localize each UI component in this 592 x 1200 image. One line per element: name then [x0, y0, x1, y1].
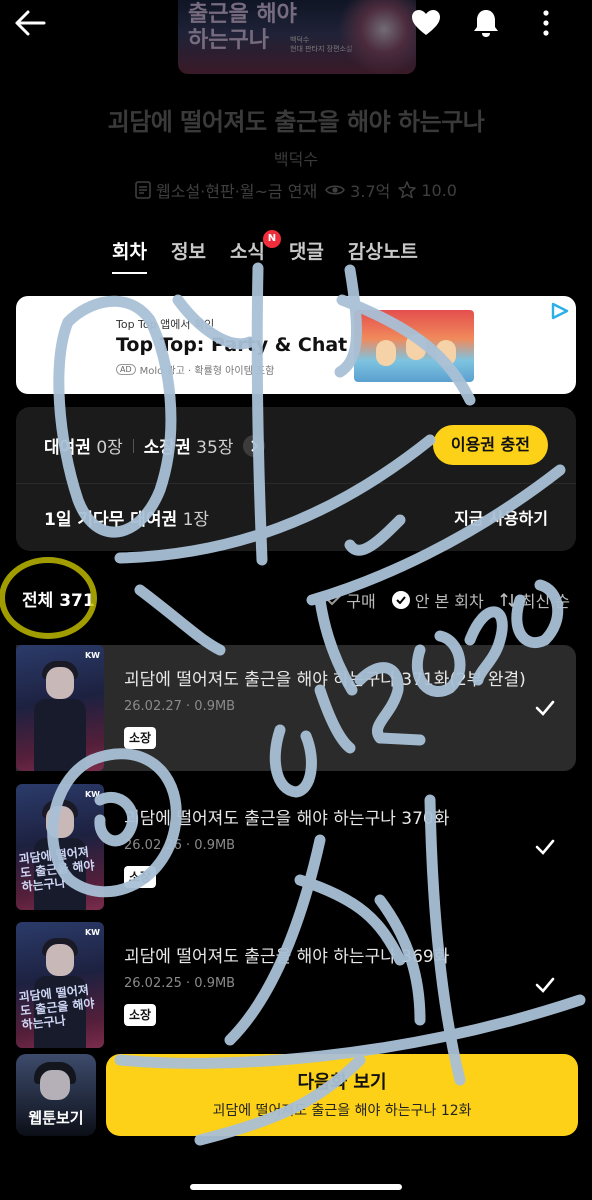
- home-indicator: [190, 1184, 402, 1190]
- more-button[interactable]: [530, 6, 562, 40]
- check-icon: [535, 977, 555, 993]
- view-webtoon-button[interactable]: 웹툰보기: [16, 1054, 96, 1136]
- tab-news-label: 소식: [229, 241, 265, 263]
- tab-episodes[interactable]: 회차: [100, 238, 159, 274]
- rental-label: 대여권: [44, 438, 91, 458]
- tab-comments[interactable]: 댓글: [277, 238, 336, 268]
- episode-total: 전체 371: [22, 591, 95, 611]
- kw-mark: KW: [84, 928, 100, 937]
- filter-purchased[interactable]: 구매: [327, 588, 376, 612]
- like-button[interactable]: [408, 6, 444, 40]
- wait-count: 1장: [182, 510, 210, 530]
- tab-news[interactable]: 소식 N: [218, 230, 281, 268]
- ad-disclaimer: AD Molo 광고 · 확률형 아이템 포함: [116, 362, 274, 377]
- work-title: 괴담에 떨어져도 출근을 해야 하는구나: [107, 108, 485, 136]
- tab-bar: 회차 정보 소식 N 댓글 감상노트: [100, 230, 430, 274]
- own-pass: 소장권 35장: [144, 433, 234, 458]
- eye-icon: [325, 185, 346, 195]
- own-label: 소장권: [143, 438, 191, 458]
- adchoices-icon[interactable]: [550, 302, 570, 320]
- owned-tag: 소장: [124, 866, 157, 888]
- wait-free-pass: 1일 기다무 대여권 1장: [44, 505, 209, 530]
- rental-pass: 대여권 0장: [44, 433, 123, 458]
- next-episode-button[interactable]: 다음화 보기 괴담에 떨어져도 출근을 해야 하는구나 12화: [106, 1054, 578, 1136]
- rental-count: 0장: [96, 438, 123, 458]
- episode-title: 괴담에 떨어져도 출근을 해야 하는구나 370화: [124, 809, 450, 829]
- list-filters: 구매 안 본 회차 최신 순: [327, 588, 570, 612]
- tab-info[interactable]: 정보: [159, 238, 218, 268]
- episode-title: 괴담에 떨어져도 출근을 해야 하는구나 369화: [124, 947, 450, 967]
- ad-disclaimer-text: Molo 광고 · 확률형 아이템 포함: [139, 366, 275, 377]
- episode-date: 26.02.26 · 0.9MB: [124, 838, 236, 853]
- bottom-action-bar: 웹툰보기 다음화 보기 괴담에 떨어져도 출근을 해야 하는구나 12화: [0, 1050, 592, 1200]
- episode-thumbnail: KW 괴담에 떨어져도 출근을 해야 하는구나: [16, 784, 104, 910]
- heart-icon: [412, 10, 440, 35]
- episode-thumbnail: KW: [16, 645, 104, 771]
- filter-unread-label: 안 본 회차: [414, 592, 484, 611]
- filter-unread[interactable]: 안 본 회차: [391, 588, 484, 612]
- owned-tag: 소장: [124, 727, 157, 749]
- episode-row[interactable]: KW 괴담에 떨어져도 출근을 해야 하는구나 괴담에 떨어져도 출근을 해야 …: [16, 784, 576, 910]
- episode-date: 26.02.27 · 0.9MB: [124, 699, 236, 714]
- pass-detail-button[interactable]: [243, 434, 266, 457]
- ad-image: [354, 310, 474, 382]
- thumbnail-title: 괴담에 떨어져도 출근을 해야 하는구나: [18, 844, 96, 895]
- episode-thumbnail: KW 괴담에 떨어져도 출근을 해야 하는구나: [16, 922, 104, 1048]
- pass-summary: 대여권 0장 소장권 35장: [44, 433, 266, 458]
- ad-banner[interactable]: Top Top 앱에서 확인 Top Top: Party & Chat AD …: [16, 296, 576, 394]
- document-icon: [135, 181, 151, 199]
- pass-card: 대여권 0장 소장권 35장 이용권 충전 1일 기다무 대여권 1장 지금 사…: [16, 407, 576, 551]
- cover-character-art: [336, 0, 416, 74]
- notification-button[interactable]: [468, 6, 504, 40]
- episode-row[interactable]: KW 괴담에 떨어져도 출근을 해야 하는구나 괴담에 떨어져도 출근을 해야 …: [16, 922, 576, 1048]
- own-count: 35장: [196, 438, 234, 458]
- ad-title: Top Top: Party & Chat: [116, 334, 348, 356]
- sort-button[interactable]: 최신 순: [500, 588, 570, 612]
- check-icon: [327, 595, 341, 606]
- rating: 10.0: [398, 181, 457, 200]
- back-button[interactable]: [10, 6, 50, 40]
- filter-purchased-label: 구매: [346, 592, 376, 611]
- bell-icon: [474, 10, 498, 37]
- episode-row[interactable]: KW 괴담에 떨어져도 출근을 해야 하는구나 371화(2부 완결) 26.0…: [16, 645, 576, 771]
- tab-notes[interactable]: 감상노트: [336, 238, 430, 268]
- kw-mark: KW: [84, 651, 100, 660]
- genre-info: 웹소설·현판·월~금 연재: [135, 178, 317, 202]
- genre-text: 웹소설·현판·월~금 연재: [156, 182, 318, 201]
- cover-title-art: 출근을 해야 하는구나: [188, 2, 297, 53]
- view-count: 3.7억: [325, 178, 390, 202]
- view-count-text: 3.7억: [350, 182, 391, 201]
- cover-image: 출근을 해야 하는구나 백덕수 현대 판타지 장편소설: [178, 0, 416, 74]
- work-author[interactable]: 백덕수: [0, 146, 592, 170]
- charge-pass-button[interactable]: 이용권 충전: [432, 425, 548, 465]
- next-episode-subtitle: 괴담에 떨어져도 출근을 해야 하는구나 12화: [212, 1103, 472, 1119]
- use-now-button[interactable]: 지금 사용하기: [454, 505, 548, 529]
- rating-text: 10.0: [421, 180, 457, 200]
- ad-source: Top Top 앱에서 확인: [116, 318, 215, 331]
- check-icon: [535, 839, 555, 855]
- star-icon: [398, 181, 417, 199]
- episode-title: 괴담에 떨어져도 출근을 해야 하는구나 371화(2부 완결): [124, 670, 526, 690]
- arrow-left-icon: [15, 10, 46, 36]
- sort-label: 최신 순: [520, 592, 570, 611]
- owned-tag: 소장: [124, 1004, 157, 1026]
- chevron-right-icon: [251, 439, 259, 452]
- check-icon: [535, 700, 555, 716]
- kw-mark: KW: [84, 790, 100, 799]
- work-meta: 웹소설·현판·월~금 연재 3.7억 10.0: [0, 178, 592, 202]
- divider: [132, 438, 134, 453]
- next-episode-title: 다음화 보기: [297, 1072, 387, 1093]
- more-vertical-icon: [543, 10, 549, 36]
- thumbnail-title: 괴담에 떨어져도 출근을 해야 하는구나: [18, 982, 96, 1033]
- episode-date: 26.02.25 · 0.9MB: [124, 976, 236, 991]
- ad-badge: AD: [116, 364, 136, 375]
- wait-label: 1일 기다무 대여권: [44, 510, 178, 530]
- divider: [16, 483, 576, 484]
- check-circle-icon: [391, 591, 410, 609]
- sort-icon: [500, 592, 516, 608]
- view-webtoon-label: 웹툰보기: [28, 1109, 84, 1127]
